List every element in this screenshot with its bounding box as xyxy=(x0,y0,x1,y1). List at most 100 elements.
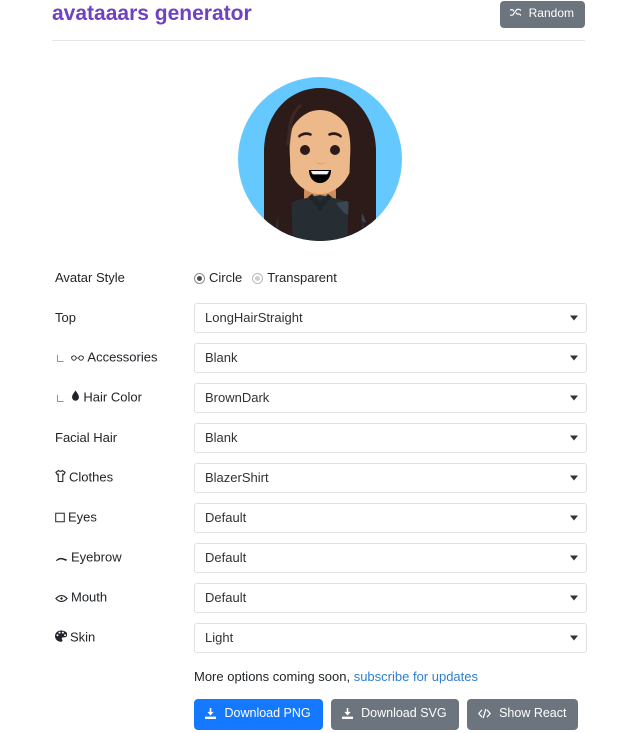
control-eyebrow: Default xyxy=(194,543,587,573)
form-row-facial-hair: Facial Hair Blank xyxy=(0,418,637,458)
indent-marker: ∟ xyxy=(55,352,66,365)
glasses-icon xyxy=(71,351,85,367)
control-hair-color: BrownDark xyxy=(194,383,587,413)
chevron-down-icon xyxy=(570,395,578,401)
label-accessories-text: Accessories xyxy=(87,349,158,365)
tshirt-icon xyxy=(55,469,66,487)
form-row-avatar-style: Avatar Style Circle Transparent xyxy=(0,258,637,298)
select-clothes[interactable]: BlazerShirt xyxy=(194,463,587,493)
label-clothes-text: Clothes xyxy=(69,469,114,485)
label-facial-hair: Facial Hair xyxy=(55,430,118,445)
shuffle-icon xyxy=(510,7,524,21)
chevron-down-icon xyxy=(570,355,578,361)
select-skin[interactable]: Light xyxy=(194,623,587,653)
random-button[interactable]: Random xyxy=(500,1,585,28)
chevron-down-icon xyxy=(570,555,578,561)
random-button-label: Random xyxy=(528,6,574,20)
select-mouth-value: Default xyxy=(205,590,247,605)
label-top: Top xyxy=(55,310,76,325)
chevron-down-icon xyxy=(570,515,578,521)
label-eyes: Eyes xyxy=(55,510,97,527)
radio-transparent-label: Transparent xyxy=(267,270,337,285)
avatar-style-radio-group: Circle Transparent xyxy=(194,270,587,286)
subscribe-link[interactable]: subscribe for updates xyxy=(354,669,478,684)
control-clothes: BlazerShirt xyxy=(194,463,587,493)
control-accessories: Blank xyxy=(194,343,587,373)
download-icon xyxy=(205,708,219,722)
label-skin: Skin xyxy=(55,630,95,647)
form-row-accessories: ∟ Accessories Blank xyxy=(0,338,637,378)
footer-note: More options coming soon, subscribe for … xyxy=(194,668,594,685)
form-row-eyebrow: Eyebrow Default xyxy=(0,538,637,578)
control-top: LongHairStraight xyxy=(194,303,587,333)
form-row-eyes: Eyes Default xyxy=(0,498,637,538)
download-icon xyxy=(341,708,356,722)
avatar-preview xyxy=(238,60,403,242)
mouth-icon xyxy=(55,591,68,607)
chevron-down-icon xyxy=(570,435,578,441)
select-top-value: LongHairStraight xyxy=(205,310,303,325)
chevron-down-icon xyxy=(570,315,578,321)
header-divider xyxy=(52,40,585,41)
label-mouth: Mouth xyxy=(55,590,107,607)
select-hair-color-value: BrownDark xyxy=(205,390,270,405)
select-facial-hair[interactable]: Blank xyxy=(194,423,587,453)
select-skin-value: Light xyxy=(205,630,234,645)
control-mouth: Default xyxy=(194,583,587,613)
select-eyes-value: Default xyxy=(205,510,247,525)
download-svg-button[interactable]: Download SVG xyxy=(330,699,459,730)
label-eyebrow: Eyebrow xyxy=(55,550,122,567)
hair-color-icon xyxy=(71,390,80,407)
select-facial-hair-value: Blank xyxy=(205,430,238,445)
label-mouth-text: Mouth xyxy=(71,589,108,605)
avataaars-generator-page: avataaars generator Random Avatar Style … xyxy=(0,0,637,733)
avatar-options-form: Avatar Style Circle Transparent Top Long… xyxy=(0,258,637,658)
action-buttons: Download PNG Download SVG Show React xyxy=(194,699,579,730)
code-icon xyxy=(477,708,494,722)
radio-transparent-dot[interactable] xyxy=(252,272,264,284)
label-hair-color: ∟ Hair Color xyxy=(55,390,142,407)
radio-transparent[interactable]: Transparent xyxy=(252,270,337,286)
select-accessories-value: Blank xyxy=(205,350,238,365)
select-clothes-value: BlazerShirt xyxy=(205,470,269,485)
show-react-button[interactable]: Show React xyxy=(466,699,579,730)
form-row-clothes: Clothes BlazerShirt xyxy=(0,458,637,498)
control-skin: Light xyxy=(194,623,587,653)
radio-circle[interactable]: Circle xyxy=(194,270,242,286)
footer-note-text: More options coming soon, xyxy=(194,669,354,684)
select-accessories[interactable]: Blank xyxy=(194,343,587,373)
download-png-button[interactable]: Download PNG xyxy=(194,699,323,730)
chevron-down-icon xyxy=(570,595,578,601)
footer: More options coming soon, subscribe for … xyxy=(194,668,594,730)
avatar-illustration xyxy=(238,77,402,241)
palette-icon xyxy=(55,630,68,647)
select-eyebrow-value: Default xyxy=(205,550,247,565)
label-eyes-text: Eyes xyxy=(68,509,97,525)
control-facial-hair: Blank xyxy=(194,423,587,453)
form-row-skin: Skin Light xyxy=(0,618,637,658)
chevron-down-icon xyxy=(570,475,578,481)
select-eyes[interactable]: Default xyxy=(194,503,587,533)
label-accessories: ∟ Accessories xyxy=(55,350,157,367)
control-eyes: Default xyxy=(194,503,587,533)
select-mouth[interactable]: Default xyxy=(194,583,587,613)
label-hair-color-text: Hair Color xyxy=(83,389,142,405)
radio-circle-dot[interactable] xyxy=(194,272,205,284)
select-top[interactable]: LongHairStraight xyxy=(194,303,587,333)
form-row-mouth: Mouth Default xyxy=(0,578,637,618)
select-hair-color[interactable]: BrownDark xyxy=(194,383,587,413)
label-clothes: Clothes xyxy=(55,470,113,487)
show-react-label: Show React xyxy=(499,706,567,720)
eye-square-icon xyxy=(55,511,65,527)
form-row-hair-color: ∟ Hair Color BrownDark xyxy=(0,378,637,418)
page-header: avataaars generator Random xyxy=(52,0,585,44)
label-avatar-style: Avatar Style xyxy=(55,270,125,285)
form-row-top: Top LongHairStraight xyxy=(0,298,637,338)
chevron-down-icon xyxy=(570,635,578,641)
eyebrow-icon xyxy=(55,551,68,567)
download-svg-label: Download SVG xyxy=(361,706,447,720)
select-eyebrow[interactable]: Default xyxy=(194,543,587,573)
page-title: avataaars generator xyxy=(52,2,252,25)
label-eyebrow-text: Eyebrow xyxy=(71,549,122,565)
radio-circle-label: Circle xyxy=(209,270,243,285)
